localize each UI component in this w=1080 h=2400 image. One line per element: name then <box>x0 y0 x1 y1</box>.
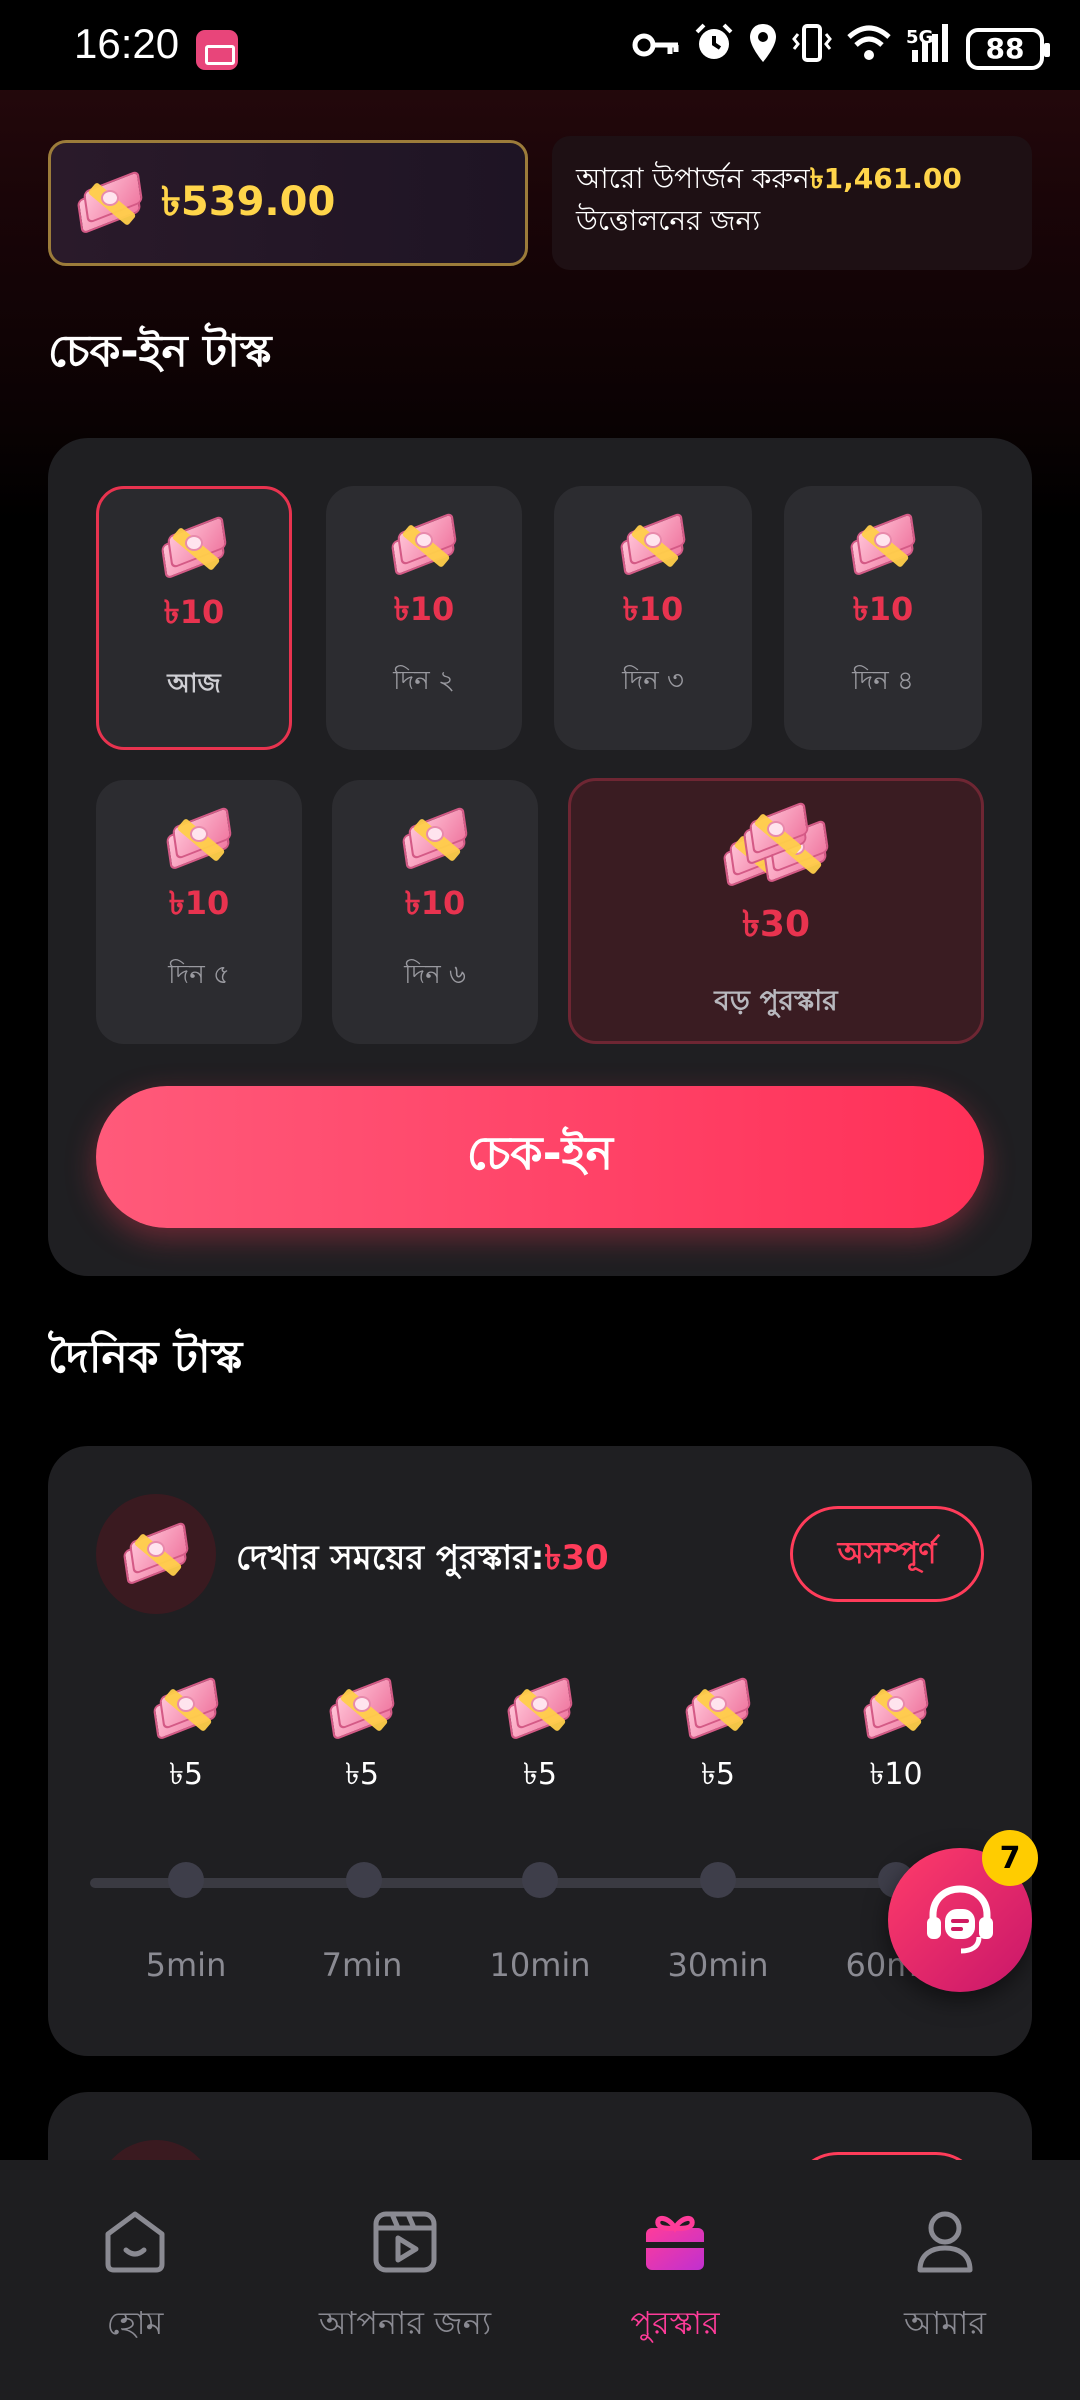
progress-node <box>346 1862 382 1898</box>
day-label: দিন ৩ <box>622 666 684 696</box>
day-reward-value: ৳10 <box>163 593 225 631</box>
cash-icon <box>151 1675 221 1741</box>
cash-icon <box>121 1520 191 1586</box>
day-reward-value: ৳10 <box>393 590 455 628</box>
nav-label: পুরস্কার <box>630 2304 720 2342</box>
video-icon <box>373 2211 437 2273</box>
task-step: ৳5 <box>282 1675 442 1801</box>
battery-indicator: 88 <box>966 27 1050 70</box>
wifi-icon <box>846 23 892 74</box>
step-time: 7min <box>321 1946 403 1984</box>
cash-icon <box>848 511 918 577</box>
watch-time-task-card: দেখার সময়ের পুরস্কার:৳30 অসম্পূর্ণ ৳5 ৳… <box>48 1446 1032 2056</box>
checkin-day-6[interactable]: ৳10 দিন ৬ <box>332 780 538 1044</box>
task-step: ৳5 <box>106 1675 266 1801</box>
step-value: ৳5 <box>700 1757 736 1792</box>
task-step: ৳5 <box>638 1675 798 1801</box>
home-icon <box>105 2211 165 2273</box>
progress-node <box>522 1862 558 1898</box>
cash-icon <box>861 1675 931 1741</box>
balance-card[interactable]: ৳539.00 <box>48 140 528 266</box>
cash-icon <box>505 1675 575 1741</box>
task-title-text: দেখার সময়ের পুরস্কার: <box>236 1538 545 1578</box>
step-time: 30min <box>667 1946 769 1984</box>
nav-label: আপনার জন্য <box>318 2304 492 2342</box>
step-value: ৳5 <box>522 1757 558 1792</box>
nav-item-me[interactable]: আমার <box>810 2160 1080 2400</box>
task-title-amount: ৳30 <box>544 1538 609 1578</box>
earn-more-amount: ৳1,461.00 <box>809 162 962 195</box>
cash-icon <box>159 514 229 580</box>
task-step: ৳10 <box>816 1675 976 1801</box>
headset-icon <box>927 1885 993 1954</box>
task-icon-circle <box>96 1494 216 1614</box>
step-value: ৳10 <box>869 1757 923 1792</box>
status-time: 16:20 <box>74 20 180 67</box>
earn-more-suffix: উত্তোলনের জন্য <box>576 204 761 237</box>
checkin-day-2[interactable]: ৳10 দিন ২ <box>326 486 522 750</box>
network-type: 5G <box>906 27 934 48</box>
cash-icon <box>683 1675 753 1741</box>
status-bar: 16:20 5G 88 <box>0 0 1080 90</box>
day-label: দিন ২ <box>393 666 455 696</box>
checkin-day-1[interactable]: ৳10 আজ <box>96 486 292 750</box>
task-title: দেখার সময়ের পুরস্কার:৳30 <box>236 1532 609 1589</box>
day-reward-value: ৳10 <box>622 590 684 628</box>
cash-icon <box>164 805 234 871</box>
step-value: ৳5 <box>168 1757 204 1792</box>
nav-item-for-you[interactable]: আপনার জন্য <box>270 2160 540 2400</box>
day-label: দিন ৪ <box>852 666 914 696</box>
cash-icon <box>327 1675 397 1741</box>
daily-section-title: দৈনিক টাস্ক <box>48 1332 243 1383</box>
day-reward-value: ৳10 <box>168 884 230 922</box>
earn-more-card: আরো উপার্জন করুন৳1,461.00 উত্তোলনের জন্য <box>552 136 1032 270</box>
vibrate-icon <box>792 22 832 75</box>
cash-icon <box>75 169 145 235</box>
support-badge: 7 <box>982 1830 1038 1886</box>
checkin-day-5[interactable]: ৳10 দিন ৫ <box>96 780 302 1044</box>
day-label: দিন ৬ <box>404 960 466 990</box>
key-icon <box>632 27 680 71</box>
step-time: 10min <box>489 1946 591 1984</box>
checkin-day-4[interactable]: ৳10 দিন ৪ <box>784 486 982 750</box>
signal-icon: 5G <box>906 22 952 75</box>
step-time: 5min <box>145 1946 227 1984</box>
cash-icon <box>389 511 459 577</box>
progress-node <box>168 1862 204 1898</box>
cash-icon <box>618 511 688 577</box>
day-reward-value: ৳10 <box>852 590 914 628</box>
cash-stack-icon <box>721 800 831 889</box>
checkin-button[interactable]: চেক-ইন <box>96 1086 984 1228</box>
nav-item-home[interactable]: হোম <box>0 2160 270 2400</box>
checkin-big-reward[interactable]: ৳30 বড় পুরস্কার <box>568 778 984 1044</box>
support-button[interactable]: 7 <box>888 1830 1038 1992</box>
gift-icon <box>646 2216 704 2270</box>
checkin-day-3[interactable]: ৳10 দিন ৩ <box>554 486 752 750</box>
rewards-page: 16:20 5G 88 ৳539.00 আরো উপার্জন করুন৳1,4… <box>0 0 1080 2400</box>
bottom-nav: হোম আপনার জন্য পুরস্কার আমার <box>0 2160 1080 2400</box>
nav-item-rewards[interactable]: পুরস্কার <box>540 2160 810 2400</box>
alarm-icon <box>694 22 734 75</box>
task-status-button[interactable]: অসম্পূর্ণ <box>790 1506 984 1602</box>
day-reward-value: ৳10 <box>404 884 466 922</box>
task-step: ৳5 <box>460 1675 620 1801</box>
day-label: আজ <box>167 669 221 699</box>
location-icon <box>748 22 778 75</box>
checkin-section-title: চেক-ইন টাস্ক <box>48 326 272 377</box>
day-label: দিন ৫ <box>168 960 230 990</box>
balance-amount: ৳539.00 <box>161 178 336 225</box>
big-reward-label: বড় পুরস্কার <box>714 984 838 1017</box>
nav-label: হোম <box>106 2304 164 2342</box>
profile-icon <box>917 2211 973 2273</box>
step-value: ৳5 <box>344 1757 380 1792</box>
cash-icon <box>400 805 470 871</box>
status-icons: 5G 88 <box>632 22 1050 75</box>
earn-more-prefix: আরো উপার্জন করুন <box>576 162 810 195</box>
media-app-icon <box>196 30 238 70</box>
nav-label: আমার <box>904 2304 986 2342</box>
big-reward-value: ৳30 <box>741 904 811 945</box>
progress-node <box>700 1862 736 1898</box>
